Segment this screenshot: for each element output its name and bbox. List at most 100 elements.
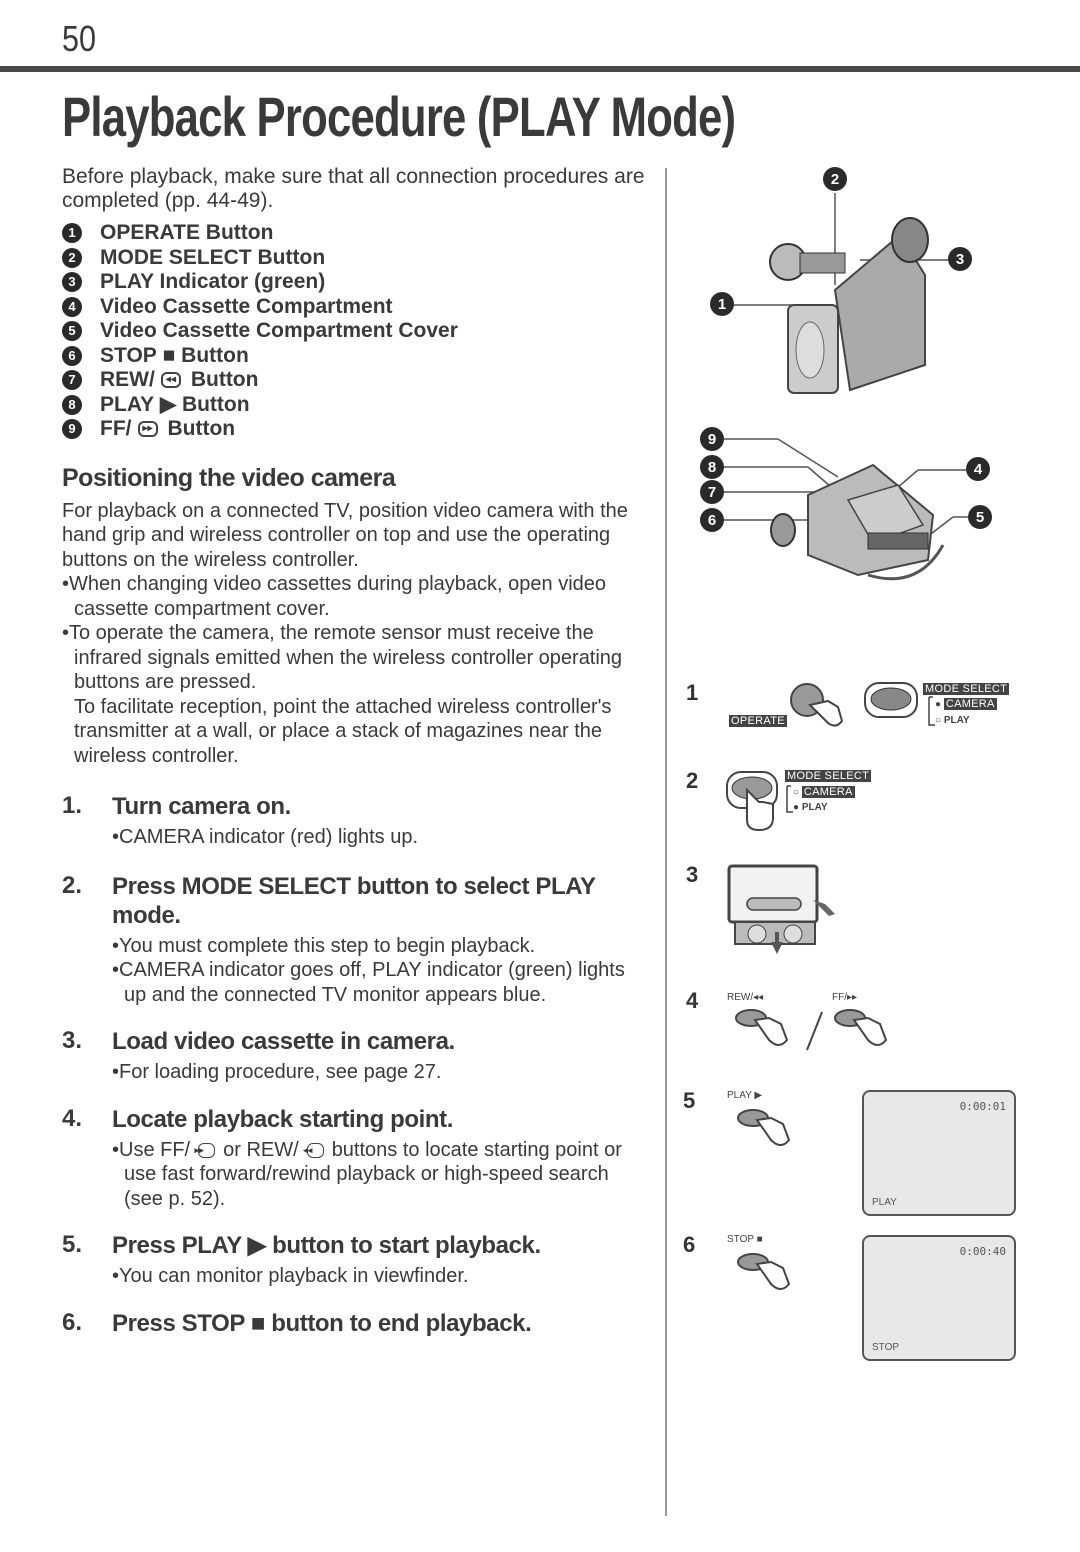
parts-list: 1 OPERATE Button 2 MODE SELECT Button 3 PLA… xyxy=(62,221,652,442)
part-label: Button xyxy=(181,343,249,367)
camera-indicator-off: ○ CAMERA xyxy=(793,786,855,798)
page-title: Playback Procedure (PLAY Mode) xyxy=(62,85,736,148)
callout-number-icon: 6 xyxy=(62,345,82,366)
intro-text: Before playback, make sure that all conn… xyxy=(62,165,645,212)
step-note: •CAMERA indicator goes off, PLAY indicat… xyxy=(112,959,625,1006)
stop-icon: ■ xyxy=(250,1309,266,1337)
heading-text: Press STOP xyxy=(112,1309,245,1337)
viewfinder-play-screen: 0:00:01 PLAY xyxy=(862,1090,1016,1216)
step-note: •For loading procedure, see page 27. xyxy=(112,1061,442,1083)
part-item: 7 REW/ ◂◂ Button xyxy=(62,368,652,393)
part-label: Button xyxy=(190,368,259,391)
cassette-load-icon xyxy=(727,864,835,954)
part-item: 3 PLAY Indicator (green) xyxy=(62,270,652,295)
callout-5: 5 xyxy=(968,505,992,529)
header-rule xyxy=(0,66,1080,72)
step-heading: Press MODE SELECT button to select PLAY … xyxy=(112,872,596,929)
step-1: 1. Turn camera on. •CAMERA indicator (re… xyxy=(62,792,652,850)
camera-front-illustration: 2 3 1 xyxy=(700,165,1000,405)
part-label: PLAY Indicator (green) xyxy=(100,270,326,293)
part-label: PLAY xyxy=(100,392,155,416)
part-label: Video Cassette Compartment Cover xyxy=(100,319,458,342)
step3-cassette-figure xyxy=(725,862,845,957)
figure-step-number: 6 xyxy=(683,1232,696,1257)
camcorder-side-icon xyxy=(723,438,968,581)
camera-label: CAMERA xyxy=(801,786,855,798)
part-label: MODE SELECT Button xyxy=(100,245,326,269)
play-label: PLAY xyxy=(943,715,970,726)
callout-2: 2 xyxy=(823,167,847,191)
step-number: 1. xyxy=(62,792,83,819)
callout-1: 1 xyxy=(710,292,734,316)
step-note: •CAMERA indicator (red) lights up. xyxy=(112,826,419,848)
step-heading: Press STOP ■ button to end playback. xyxy=(112,1309,652,1338)
main-text-column: Before playback, make sure that all conn… xyxy=(62,165,652,1338)
step-heading: Load video cassette in camera. xyxy=(112,1028,455,1055)
fast-forward-icon: ▸▸ xyxy=(137,421,158,438)
step-2: 2. Press MODE SELECT button to select PL… xyxy=(62,872,652,1008)
step-number: 5. xyxy=(62,1231,83,1258)
timecode: 0:00:40 xyxy=(959,1245,1006,1258)
step-heading: Locate playback starting point. xyxy=(112,1105,454,1133)
rewind-icon: ◂◂ xyxy=(160,372,181,389)
callout-6: 6 xyxy=(700,508,724,532)
step-note: •You must complete this step to begin pl… xyxy=(112,934,536,957)
viewfinder-stop-screen: 0:00:40 STOP xyxy=(862,1235,1016,1361)
callout-7: 7 xyxy=(700,480,724,504)
note-text: •Use FF/ xyxy=(112,1138,191,1161)
page-number: 50 xyxy=(62,18,97,59)
step-note: •Use FF/▸▸ or REW/◂◂ buttons to locate sta… xyxy=(112,1138,652,1212)
play-icon: ▶ xyxy=(247,1232,266,1259)
column-divider xyxy=(665,168,667,1516)
step-3: 3. Load video cassette in camera. •For l… xyxy=(62,1027,652,1085)
part-item: 1 OPERATE Button xyxy=(62,221,652,246)
mode-select-label: MODE SELECT xyxy=(785,770,872,782)
timecode: 0:00:01 xyxy=(959,1100,1006,1113)
callout-number-icon: 8 xyxy=(62,394,82,415)
figure-step-number: 2 xyxy=(686,768,699,793)
part-item: 5 Video Cassette Compartment Cover xyxy=(62,319,652,344)
heading-text: Press PLAY xyxy=(112,1232,242,1259)
step4-figure: REW/◂◂ FF/▸▸ xyxy=(725,990,905,1065)
part-label: Button xyxy=(181,392,250,416)
step-heading: Turn camera on. xyxy=(112,793,291,820)
camera-label: CAMERA xyxy=(943,698,997,710)
play-icon: ▶ xyxy=(159,392,177,416)
rewind-icon: ◂◂ xyxy=(303,1142,324,1158)
bullet-item: •To operate the camera, the remote senso… xyxy=(62,622,623,693)
fast-forward-icon: ▸▸ xyxy=(195,1142,216,1158)
play-indicator-off: ○ PLAY xyxy=(935,715,970,726)
figure-step-number: 4 xyxy=(686,988,699,1013)
part-label: Button xyxy=(167,417,236,440)
heading-text: button to start playback. xyxy=(272,1232,541,1259)
press-rew-ff-icon xyxy=(735,1009,888,1051)
part-item: 4 Video Cassette Compartment xyxy=(62,295,652,320)
step-number: 3. xyxy=(62,1027,83,1054)
step2-figure: MODE SELECT ○ CAMERA ● PLAY xyxy=(725,768,925,838)
callout-number-icon: 3 xyxy=(62,272,82,293)
callout-number-icon: 1 xyxy=(62,223,82,244)
press-play-icon xyxy=(737,1109,791,1146)
part-item: 9 FF/ ▸▸ Button xyxy=(62,417,652,442)
camcorder-icon xyxy=(730,193,950,394)
step-4: 4. Locate playback starting point. •Use … xyxy=(62,1105,652,1212)
camera-indicator-on: ● CAMERA xyxy=(935,698,997,710)
operate-label: OPERATE xyxy=(729,715,787,727)
part-label: OPERATE Button xyxy=(100,221,274,244)
play-indicator-on: ● PLAY xyxy=(793,802,828,813)
step-number: 4. xyxy=(62,1104,83,1132)
part-item: 6 STOP ■ Button xyxy=(62,344,652,369)
part-label: Video Cassette Compartment xyxy=(100,294,393,318)
callout-number-icon: 9 xyxy=(62,419,82,440)
part-item: 8 PLAY ▶ Button xyxy=(62,393,652,418)
press-stop-icon xyxy=(737,1253,791,1290)
figure-step-number: 3 xyxy=(686,862,699,887)
camera-side-illustration: 9 8 7 6 4 5 xyxy=(698,425,998,605)
step5-figure: PLAY ▶ xyxy=(725,1090,825,1165)
step1-figure: OPERATE MODE SELECT ● CAMERA ○ PLAY xyxy=(725,675,1025,745)
bullet-item: •When changing video cassettes during pl… xyxy=(62,573,607,620)
callout-8: 8 xyxy=(700,455,724,479)
bullet-continuation: To facilitate reception, point the attac… xyxy=(74,695,612,767)
callout-9: 9 xyxy=(700,427,724,451)
step-6: 6. Press STOP ■ button to end playback. xyxy=(62,1309,652,1338)
